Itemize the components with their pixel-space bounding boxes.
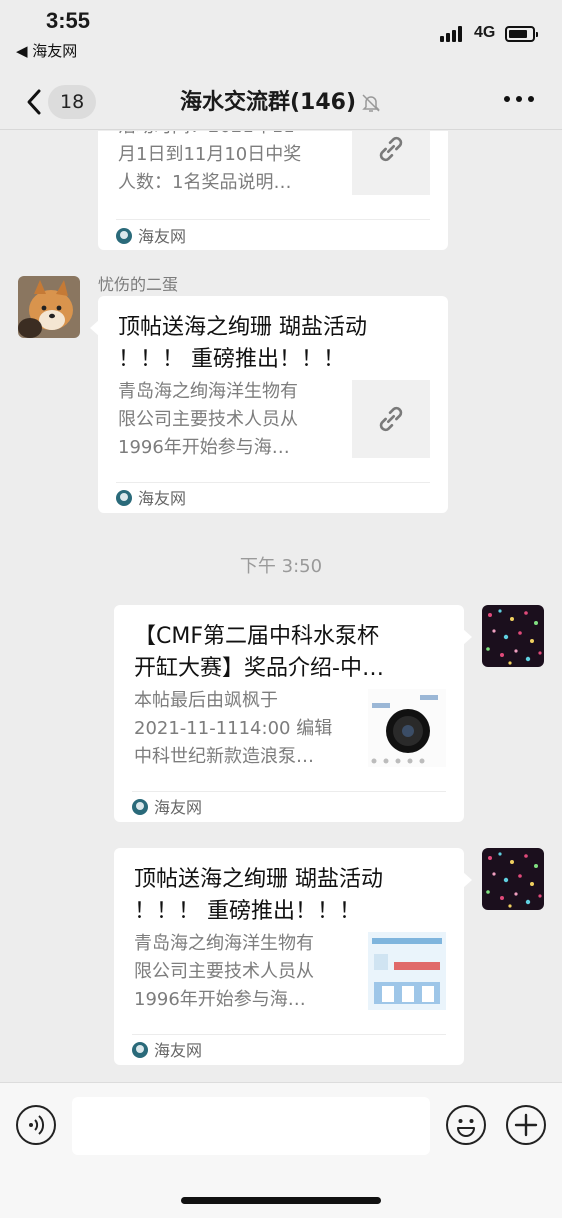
more-options-button[interactable]	[504, 96, 534, 104]
link-card-message[interactable]: 顶帖送海之绚珊 瑚盐活动 ！！！ 重磅推出！！！ 青岛海之绚海洋生物有 限公司主…	[90, 296, 448, 513]
card-divider	[116, 219, 430, 220]
card-source: 海友网	[116, 489, 186, 509]
card-description: 活动时间：2021年11 月1日到11月10日中奖 人数：1名奖品说明…	[118, 131, 301, 197]
bubble-tail	[463, 872, 472, 888]
message-list[interactable]: 活动时间：2021年11 月1日到11月10日中奖 人数：1名奖品说明… 海友网…	[0, 131, 562, 1082]
card-desc-line: 限公司主要技术人员从	[118, 409, 298, 430]
card-divider	[132, 791, 446, 792]
card-desc-line: 限公司主要技术人员从	[134, 961, 314, 982]
card-divider	[132, 1034, 446, 1035]
network-type: 4G	[474, 24, 496, 41]
avatar[interactable]	[482, 605, 544, 667]
chat-title: 海水交流群(146)	[0, 84, 562, 116]
link-card-message[interactable]: 活动时间：2021年11 月1日到11月10日中奖 人数：1名奖品说明… 海友网	[98, 131, 448, 250]
message-timestamp: 下午 3:50	[239, 556, 323, 577]
card-source: 海友网	[132, 798, 202, 818]
card-source-name: 海友网	[154, 1041, 203, 1060]
link-card-message[interactable]: 【CMF第二届中科水泵杯 开缸大赛】奖品介绍-中… 本帖最后由飒枫于 2021-…	[114, 605, 472, 822]
link-icon	[379, 136, 403, 162]
card-source-name: 海友网	[154, 798, 203, 817]
battery-icon	[505, 26, 538, 42]
status-bar: 3:55 ◀ 海友网 4G	[0, 0, 562, 70]
plus-icon	[514, 1113, 538, 1137]
card-description: 本帖最后由飒枫于 2021-11-1114:00 编辑 中科世纪新款造浪泵…	[134, 687, 332, 771]
card-desc-line: 中科世纪新款造浪泵…	[134, 746, 314, 767]
source-logo-icon	[116, 490, 132, 506]
bubble-tail	[90, 320, 99, 336]
voice-icon	[29, 1115, 45, 1135]
salt-product-thumbnail-image	[368, 932, 446, 1010]
source-logo-icon	[116, 228, 132, 244]
shiba-dog-avatar-image	[18, 276, 80, 338]
card-desc-line: 青岛海之绚海洋生物有	[118, 381, 298, 402]
night-lights-avatar-image	[482, 848, 544, 910]
link-card-message[interactable]: 顶帖送海之绚珊 瑚盐活动 ！！！ 重磅推出！！！ 青岛海之绚海洋生物有 限公司主…	[114, 848, 472, 1065]
message-input[interactable]	[72, 1097, 430, 1155]
card-desc-line: 人数：1名奖品说明…	[118, 172, 292, 193]
card-description: 青岛海之绚海洋生物有 限公司主要技术人员从 1996年开始参与海…	[134, 930, 314, 1014]
card-source: 海友网	[132, 1041, 202, 1061]
bubble-tail	[463, 629, 472, 645]
home-indicator	[181, 1197, 381, 1204]
back-to-app-link[interactable]: ◀ 海友网	[16, 40, 77, 61]
signal-icon	[440, 26, 468, 42]
more-actions-button[interactable]	[506, 1105, 546, 1145]
wave-pump-image	[371, 695, 438, 764]
chat-title-text: 海水交流群(146)	[179, 90, 357, 115]
source-logo-icon	[132, 799, 148, 815]
card-title-line: 顶帖送海之绚珊 瑚盐活动	[134, 867, 383, 892]
card-desc-line: 2021-11-1114:00 编辑	[134, 718, 333, 739]
avatar[interactable]	[18, 276, 80, 338]
card-title-line: ！！！ 重磅推出！！！	[134, 899, 361, 924]
chat-input-bar	[0, 1082, 562, 1218]
emoji-icon	[457, 1119, 475, 1137]
source-logo-icon	[132, 1042, 148, 1058]
sender-name: 忧伤的二蛋	[98, 275, 179, 294]
card-source-name: 海友网	[138, 227, 187, 246]
emoji-button[interactable]	[446, 1105, 486, 1145]
card-desc-line: 本帖最后由飒枫于	[134, 690, 278, 711]
card-source: 海友网	[116, 227, 186, 247]
salt-product-image	[368, 932, 446, 1010]
voice-input-button[interactable]	[16, 1105, 56, 1145]
chat-nav-bar: 18 海水交流群(146)	[0, 70, 562, 130]
card-title: 顶帖送海之绚珊 瑚盐活动 ！！！ 重磅推出！！！	[134, 864, 383, 928]
status-time: 3:55	[46, 8, 91, 33]
card-title-line: 开缸大赛】奖品介绍-中…	[134, 656, 384, 681]
card-desc-line: 1996年开始参与海…	[134, 989, 306, 1010]
card-desc-line: 1996年开始参与海…	[118, 437, 290, 458]
card-desc-line: 活动时间：2021年11	[118, 131, 301, 141]
pump-thumbnail-image	[368, 689, 446, 767]
card-desc-line: 月1日到11月10日中奖	[118, 144, 302, 165]
link-icon	[379, 406, 403, 432]
card-desc-line: 青岛海之绚海洋生物有	[134, 933, 314, 954]
card-source-name: 海友网	[138, 489, 187, 508]
card-title-line: 顶帖送海之绚珊 瑚盐活动	[118, 315, 367, 340]
card-title-line: 【CMF第二届中科水泵杯	[134, 624, 379, 649]
avatar[interactable]	[482, 848, 544, 910]
night-lights-avatar-image	[482, 605, 544, 667]
mute-bell-icon	[362, 94, 380, 112]
link-thumbnail	[352, 131, 430, 195]
link-thumbnail	[352, 380, 430, 458]
card-divider	[116, 482, 430, 483]
card-title-line: ！！！ 重磅推出！！！	[118, 347, 345, 372]
card-title: 【CMF第二届中科水泵杯 开缸大赛】奖品介绍-中…	[134, 621, 384, 685]
card-title: 顶帖送海之绚珊 瑚盐活动 ！！！ 重磅推出！！！	[118, 312, 367, 376]
card-description: 青岛海之绚海洋生物有 限公司主要技术人员从 1996年开始参与海…	[118, 378, 298, 462]
